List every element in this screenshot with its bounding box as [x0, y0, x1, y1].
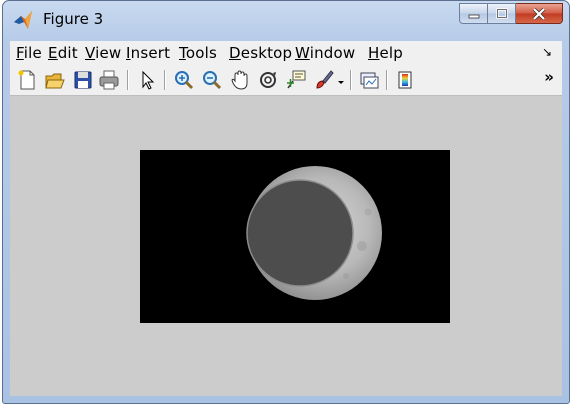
matlab-logo-icon [14, 11, 32, 29]
window-client: File Edit View Insert Tools Desktop Wind… [10, 41, 562, 396]
menu-bar: File Edit View Insert Tools Desktop Wind… [10, 41, 562, 65]
menu-window-label: indow [309, 44, 356, 62]
moon-image [246, 166, 382, 300]
menu-help-accel: H [368, 44, 380, 62]
toolbar-separator [164, 70, 166, 90]
menu-file-accel: F [16, 44, 24, 62]
menu-file[interactable]: File [16, 44, 42, 62]
pan-hand-icon[interactable] [229, 69, 251, 91]
menu-tools-label: ools [185, 44, 217, 62]
data-cursor-icon[interactable] [285, 69, 307, 91]
menu-window-accel: W [295, 44, 310, 62]
figure-toolbar: » [10, 65, 562, 96]
menu-view-accel: V [85, 44, 96, 62]
minimize-button[interactable] [459, 3, 488, 24]
maximize-button[interactable] [488, 3, 516, 24]
menu-desktop[interactable]: Desktop [229, 44, 292, 62]
menu-edit[interactable]: Edit [48, 44, 78, 62]
figure-window: Figure 3 File Edit View Insert Tools Des… [2, 0, 570, 404]
close-button[interactable] [516, 3, 563, 24]
menu-edit-label: dit [57, 44, 78, 62]
print-icon[interactable] [98, 69, 120, 91]
toolbar-separator [350, 70, 352, 90]
new-figure-icon[interactable] [16, 69, 38, 91]
open-file-icon[interactable] [44, 69, 66, 91]
menu-help-label: elp [379, 44, 404, 62]
toolbar-separator [127, 70, 129, 90]
window-title: Figure 3 [43, 10, 104, 28]
brush-dropdown-icon[interactable] [336, 69, 346, 91]
menu-tools[interactable]: Tools [179, 44, 217, 62]
menu-view-label: iew [95, 44, 122, 62]
menu-window[interactable]: Window [295, 44, 355, 62]
menu-insert[interactable]: Insert [126, 44, 170, 62]
menu-tools-accel: T [179, 44, 186, 62]
menu-file-label: ile [23, 44, 42, 62]
menu-desktop-label: esktop [240, 44, 293, 62]
toolbar-separator [386, 70, 388, 90]
toolbar-overflow-icon[interactable]: » [544, 68, 554, 86]
colorbar-icon[interactable] [394, 69, 416, 91]
maximize-icon [495, 8, 508, 19]
zoom-in-icon[interactable] [173, 69, 195, 91]
title-bar[interactable]: Figure 3 [3, 1, 569, 41]
zoom-out-icon[interactable] [201, 69, 223, 91]
menu-edit-accel: E [48, 44, 58, 62]
pointer-icon[interactable] [136, 69, 158, 91]
menu-view[interactable]: View [85, 44, 121, 62]
menu-desktop-accel: D [229, 44, 241, 62]
brush-icon[interactable] [313, 69, 335, 91]
close-icon [532, 7, 546, 20]
link-plot-icon[interactable] [358, 69, 380, 91]
minimize-icon [468, 14, 479, 18]
rotate-3d-icon[interactable] [257, 69, 279, 91]
caption-buttons [459, 3, 563, 25]
menu-help[interactable]: Help [368, 44, 403, 62]
dark-disc [246, 179, 354, 287]
menu-insert-label: nsert [130, 44, 171, 62]
menubar-dock-arrow-icon[interactable]: ↘ [542, 45, 552, 59]
image-axes[interactable] [140, 150, 450, 323]
save-icon[interactable] [72, 69, 94, 91]
figure-canvas [10, 96, 562, 396]
